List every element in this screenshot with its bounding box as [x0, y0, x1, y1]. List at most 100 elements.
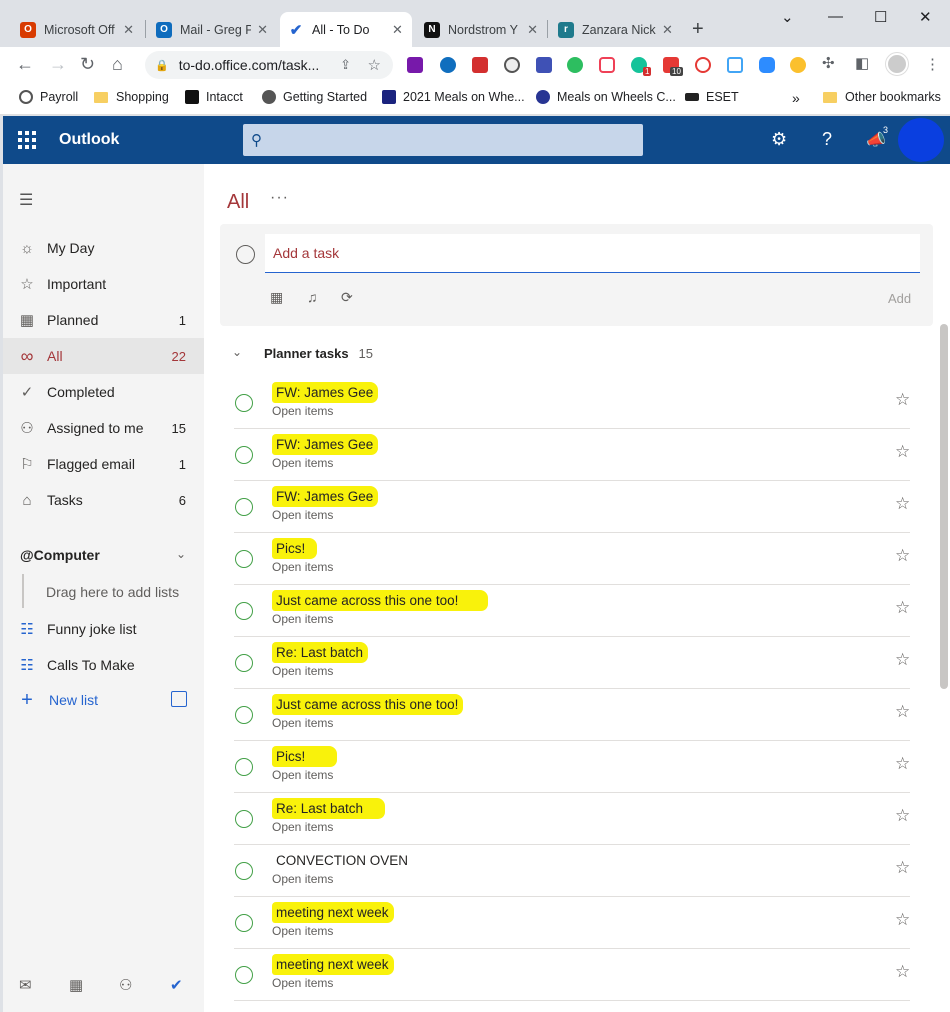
task-row[interactable]: FW: James Gee Open items ☆ — [234, 377, 910, 429]
reminder-bell-icon[interactable]: ♫ — [307, 289, 318, 305]
reload-button[interactable]: ↻ — [80, 54, 95, 75]
complete-task-circle[interactable] — [235, 446, 253, 464]
complete-task-circle[interactable] — [235, 810, 253, 828]
bookmark-getting-started[interactable]: Getting Started — [262, 90, 367, 104]
importance-star-icon[interactable]: ☆ — [895, 442, 910, 462]
add-button[interactable]: Add — [888, 291, 911, 306]
minimize-button[interactable]: — — [828, 8, 843, 25]
importance-star-icon[interactable]: ☆ — [895, 494, 910, 514]
side-panel-icon[interactable]: ◧ — [855, 54, 869, 72]
bookmark-payroll[interactable]: Payroll — [19, 90, 78, 104]
maximize-button[interactable]: ☐ — [874, 8, 887, 26]
task-row[interactable]: Just came across this one too! Open item… — [234, 689, 910, 741]
complete-task-circle[interactable] — [235, 550, 253, 568]
todo-check-icon[interactable]: ✔ — [170, 976, 183, 994]
bookmark-star-icon[interactable]: ☆ — [368, 56, 381, 74]
close-icon[interactable]: ✕ — [257, 22, 268, 38]
sidebar-list-funny-joke-list[interactable]: ☷ Funny joke list — [3, 611, 204, 647]
people-icon[interactable]: ⚇ — [119, 976, 132, 994]
zoom-icon[interactable] — [759, 57, 775, 73]
search-box[interactable]: ⚲ — [243, 124, 643, 156]
evernote-icon[interactable] — [567, 57, 583, 73]
complete-task-circle[interactable] — [235, 498, 253, 516]
bookmark-intacct[interactable]: Intacct — [185, 90, 243, 104]
calendar-icon[interactable]: ▦ — [69, 976, 83, 994]
importance-star-icon[interactable]: ☆ — [895, 598, 910, 618]
repeat-icon[interactable]: ⟳ — [341, 289, 353, 306]
group-name[interactable]: @Computer — [20, 547, 100, 563]
bookmarks-overflow-icon[interactable]: » — [792, 90, 800, 106]
mail-icon[interactable]: ✉ — [19, 976, 32, 994]
task-row[interactable]: CONVECTION OVEN Open items ☆ — [234, 845, 910, 897]
importance-star-icon[interactable]: ☆ — [895, 962, 910, 982]
importance-star-icon[interactable]: ☆ — [895, 858, 910, 878]
tab-mail[interactable]: O Mail - Greg P ✕ — [148, 12, 276, 47]
yammer-icon[interactable] — [440, 57, 456, 73]
layers-icon[interactable] — [727, 57, 743, 73]
complete-task-circle[interactable] — [235, 602, 253, 620]
sidebar-item-completed[interactable]: ✓ Completed — [3, 374, 204, 410]
bookmark-meals-on-wheels[interactable]: Meals on Wheels C... — [536, 90, 676, 104]
hamburger-menu-icon[interactable]: ☰ — [19, 190, 33, 210]
browser-menu-icon[interactable]: ⋮ — [925, 55, 940, 73]
due-date-icon[interactable]: ▦ — [270, 289, 283, 306]
task-row[interactable]: FW: James Gee Open items ☆ — [234, 481, 910, 533]
help-icon[interactable]: ? — [822, 129, 832, 150]
speedometer-icon[interactable] — [504, 57, 520, 73]
task-row[interactable]: FW: James Gee Open items ☆ — [234, 429, 910, 481]
back-button[interactable]: ← — [16, 54, 34, 75]
tab-microsoft-office[interactable]: O Microsoft Off ✕ — [12, 12, 142, 47]
task-row[interactable]: Re: Last batch Open items ☆ — [234, 793, 910, 845]
favorites-star-icon[interactable] — [790, 57, 806, 73]
close-icon[interactable]: ✕ — [123, 22, 134, 38]
importance-star-icon[interactable]: ☆ — [895, 390, 910, 410]
task-row[interactable]: Re: Last batch Open items ☆ — [234, 637, 910, 689]
complete-task-circle[interactable] — [235, 394, 253, 412]
importance-star-icon[interactable]: ☆ — [895, 546, 910, 566]
sidebar-item-planned[interactable]: ▦ Planned 1 — [3, 302, 204, 338]
task-row[interactable]: meeting next week Open items ☆ — [234, 897, 910, 949]
pocket-icon[interactable] — [599, 57, 615, 73]
profile-avatar[interactable] — [886, 53, 908, 75]
chevron-down-icon[interactable]: ⌄ — [176, 547, 186, 561]
settings-gear-icon[interactable]: ⚙ — [771, 129, 787, 150]
importance-star-icon[interactable]: ☆ — [895, 806, 910, 826]
window-close-button[interactable]: ✕ — [919, 8, 932, 26]
tab-zanzara[interactable]: r Zanzara Nick ✕ — [550, 12, 682, 47]
red-extension-icon[interactable] — [472, 57, 488, 73]
importance-star-icon[interactable]: ☆ — [895, 650, 910, 670]
task-row[interactable]: meeting next week Open items ☆ — [234, 949, 910, 1001]
sidebar-item-all[interactable]: ∞ All 22 — [3, 338, 204, 374]
extensions-puzzle-icon[interactable]: ✣ — [822, 54, 835, 72]
importance-star-icon[interactable]: ☆ — [895, 702, 910, 722]
bookmark-shopping[interactable]: Shopping — [94, 90, 169, 104]
home-button[interactable]: ⌂ — [112, 54, 123, 75]
more-options-icon[interactable]: ··· — [270, 189, 289, 207]
sidebar-list-calls-to-make[interactable]: ☷ Calls To Make — [3, 647, 204, 683]
importance-star-icon[interactable]: ☆ — [895, 910, 910, 930]
scrollbar[interactable] — [940, 324, 948, 689]
complete-task-circle[interactable] — [235, 914, 253, 932]
forward-button[interactable]: → — [49, 54, 67, 75]
complete-task-circle[interactable] — [235, 966, 253, 984]
new-group-icon[interactable] — [171, 691, 187, 707]
bookmark-meals-2021[interactable]: 2021 Meals on Whe... — [382, 90, 525, 104]
complete-task-circle[interactable] — [235, 758, 253, 776]
sidebar-item-tasks[interactable]: ⌂ Tasks 6 — [3, 482, 204, 518]
app-launcher-icon[interactable] — [18, 131, 36, 149]
new-tab-button[interactable]: + — [692, 18, 704, 41]
close-icon[interactable]: ✕ — [527, 22, 538, 38]
sidebar-item-important[interactable]: ☆ Important — [3, 266, 204, 302]
sync-extension-icon[interactable] — [695, 57, 711, 73]
complete-task-circle[interactable] — [235, 706, 253, 724]
outlook-brand[interactable]: Outlook — [59, 131, 119, 149]
share-icon[interactable]: ⇪ — [340, 57, 351, 73]
bookmark-other-bookmarks[interactable]: Other bookmarks — [823, 90, 941, 104]
task-row[interactable]: Pics! Open items ☆ — [234, 741, 910, 793]
sidebar-item-my-day[interactable]: ☼ My Day — [3, 230, 204, 266]
account-avatar[interactable] — [898, 118, 944, 162]
sidebar-item-assigned-to-me[interactable]: ⚇ Assigned to me 15 — [3, 410, 204, 446]
task-row[interactable]: Just came across this one too! Open item… — [234, 585, 910, 637]
chevron-down-icon[interactable]: ⌄ — [232, 345, 242, 359]
importance-star-icon[interactable]: ☆ — [895, 754, 910, 774]
